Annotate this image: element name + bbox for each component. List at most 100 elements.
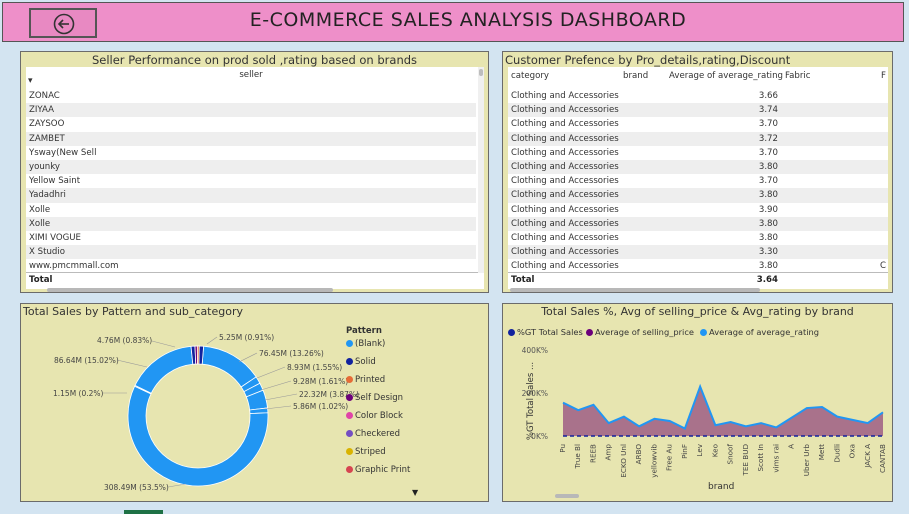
legend-dot-icon <box>346 358 353 365</box>
legend-dot-icon <box>346 394 353 401</box>
customer-row[interactable]: Clothing and Accessories 3.80 <box>508 188 888 203</box>
x-tick-label: Free Au <box>665 444 674 471</box>
y-axis-label: %GT Total Sales ... <box>526 361 536 441</box>
donut-data-label: 308.49M (53.5%) <box>104 483 169 492</box>
seller-name: XIMI VOGUE <box>29 233 81 243</box>
seller-row[interactable]: ZIYAA <box>26 103 476 118</box>
chart-hscroll-thumb[interactable] <box>555 494 579 498</box>
legend-label: Color Block <box>355 411 403 421</box>
customer-row[interactable]: Clothing and Accessories 3.80 <box>508 160 888 175</box>
legend-dot-icon <box>346 376 353 383</box>
donut-data-label: 76.45M (13.26%) <box>259 349 324 358</box>
seller-row[interactable]: Xolle <box>26 216 476 231</box>
donut-slice[interactable] <box>127 385 269 487</box>
rating-cell: 3.80 <box>758 190 778 201</box>
rating-cell: 3.30 <box>758 247 778 258</box>
customer-row[interactable]: Clothing and Accessories 3.70 <box>508 174 888 188</box>
brand-area-chart[interactable]: 400K%200K%0K%Pu True Bl REEB Amp ECKO Unl ARB… <box>503 304 891 500</box>
legend-item[interactable]: Color Block <box>346 411 403 421</box>
customer-total-row: Total 3.64 <box>508 272 888 286</box>
seller-row[interactable]: Xolle <box>26 203 476 217</box>
seller-row[interactable]: ZAMBET <box>26 131 476 146</box>
legend-item[interactable]: Solid <box>346 357 376 367</box>
customer-row[interactable]: Clothing and Accessories 3.66 <box>508 89 888 103</box>
customer-row[interactable]: Clothing and Accessories 3.70 <box>508 146 888 160</box>
legend-label: Checkered <box>355 429 401 439</box>
customer-total-label: Total <box>511 275 535 285</box>
sales-by-pattern-panel: Total Sales by Pattern and sub_category … <box>20 303 489 502</box>
seller-row[interactable]: younky <box>26 160 476 175</box>
col-f[interactable]: F <box>881 71 886 81</box>
seller-scroll-thumb[interactable] <box>479 69 483 76</box>
x-tick-label: True Bl <box>573 444 582 469</box>
leader-line <box>260 380 292 391</box>
legend-dot-icon <box>346 466 353 473</box>
rating-cell: 3.74 <box>758 105 778 116</box>
customer-row[interactable]: Clothing and Accessories 3.74 <box>508 103 888 118</box>
customer-panel-title: Customer Prefence by Pro_details,rating,… <box>505 53 791 67</box>
donut-slice[interactable] <box>134 345 194 394</box>
col-brand[interactable]: brand <box>623 71 648 81</box>
customer-row[interactable]: Clothing and Accessories 3.80 <box>508 231 888 245</box>
customer-row[interactable]: Clothing and Accessories 3.90 <box>508 203 888 217</box>
page-tab-indicator[interactable] <box>124 510 163 514</box>
seller-total-label: Total <box>29 275 53 285</box>
dashboard-canvas: E-COMMERCE SALES ANALYSIS DASHBOARD Sell… <box>0 0 909 514</box>
x-axis-label: brand <box>708 482 735 492</box>
x-tick-label: vims rai <box>771 444 780 473</box>
x-tick-label: ARBO <box>634 444 643 465</box>
customer-row[interactable]: Clothing and Accessories 3.80 <box>508 216 888 231</box>
seller-row[interactable]: ZAYSOO <box>26 117 476 131</box>
seller-name: ZONAC <box>29 91 60 101</box>
page-title: E-COMMERCE SALES ANALYSIS DASHBOARD <box>249 9 687 31</box>
legend-scroll-down-icon[interactable]: ▼ <box>412 488 418 497</box>
col-average-rating[interactable]: Average of average_rating <box>669 71 783 81</box>
rating-cell: 3.70 <box>758 119 778 130</box>
seller-row[interactable]: Yadadhri <box>26 188 476 203</box>
customer-row[interactable]: Clothing and Accessories 3.70 <box>508 117 888 131</box>
dashboard-header: E-COMMERCE SALES ANALYSIS DASHBOARD <box>2 2 904 42</box>
leader-line <box>206 336 218 345</box>
x-tick-label: Amp <box>604 444 613 461</box>
seller-total-row: Total <box>26 272 484 286</box>
seller-row[interactable]: XIMI VOGUE <box>26 231 476 245</box>
legend-item[interactable]: Checkered <box>346 429 400 439</box>
seller-row[interactable]: Ysway(New Sell <box>26 146 476 160</box>
legend-item[interactable]: Striped <box>346 447 386 457</box>
seller-hscroll-thumb[interactable] <box>47 288 333 292</box>
seller-performance-panel: Seller Performance on prod sold ,rating … <box>20 51 489 293</box>
legend-item[interactable]: Self Design <box>346 393 403 403</box>
leader-line <box>264 393 298 401</box>
customer-row[interactable]: Clothing and Accessories 3.30 <box>508 245 888 260</box>
customer-row[interactable]: Clothing and Accessories 3.72 <box>508 131 888 146</box>
x-tick-label: Dudli <box>832 444 841 463</box>
pattern-legend-title: Pattern <box>346 326 382 336</box>
category-cell: Clothing and Accessories <box>511 233 619 243</box>
donut-slice[interactable] <box>201 345 257 388</box>
customer-hscroll-thumb[interactable] <box>510 288 760 292</box>
seller-column-header[interactable]: seller <box>26 70 476 80</box>
seller-name: Ysway(New Sell <box>29 147 97 158</box>
category-cell: Clothing and Accessories <box>511 218 619 229</box>
legend-item[interactable]: (Blank) <box>346 339 385 349</box>
x-tick-label: CANTAB <box>878 444 887 473</box>
legend-item[interactable]: Graphic Print <box>346 465 410 475</box>
seller-table[interactable]: seller ▾ ZONAC ZIYAA ZAYSOO ZAMBET Ysway(New… <box>26 67 484 289</box>
selling-price-area[interactable] <box>563 386 883 436</box>
customer-table[interactable]: category brand Average of average_rating… <box>508 67 888 289</box>
seller-row[interactable]: X Studio <box>26 245 476 260</box>
legend-dot-icon <box>346 448 353 455</box>
col-fabric[interactable]: Fabric <box>785 71 811 81</box>
seller-row[interactable]: Yellow Saint <box>26 174 476 188</box>
sort-desc-icon[interactable]: ▾ <box>28 76 33 86</box>
rating-cell: 3.70 <box>758 147 778 158</box>
legend-item[interactable]: Printed <box>346 375 385 385</box>
category-cell: Clothing and Accessories <box>511 247 619 258</box>
col-category[interactable]: category <box>511 71 549 81</box>
donut-data-label: 1.15M (0.2%) <box>53 389 104 398</box>
seller-name: ZAYSOO <box>29 119 65 130</box>
seller-name: younky <box>29 162 60 172</box>
legend-label: Printed <box>355 375 386 385</box>
seller-scrollbar[interactable] <box>478 67 484 273</box>
seller-row[interactable]: ZONAC <box>26 89 476 103</box>
